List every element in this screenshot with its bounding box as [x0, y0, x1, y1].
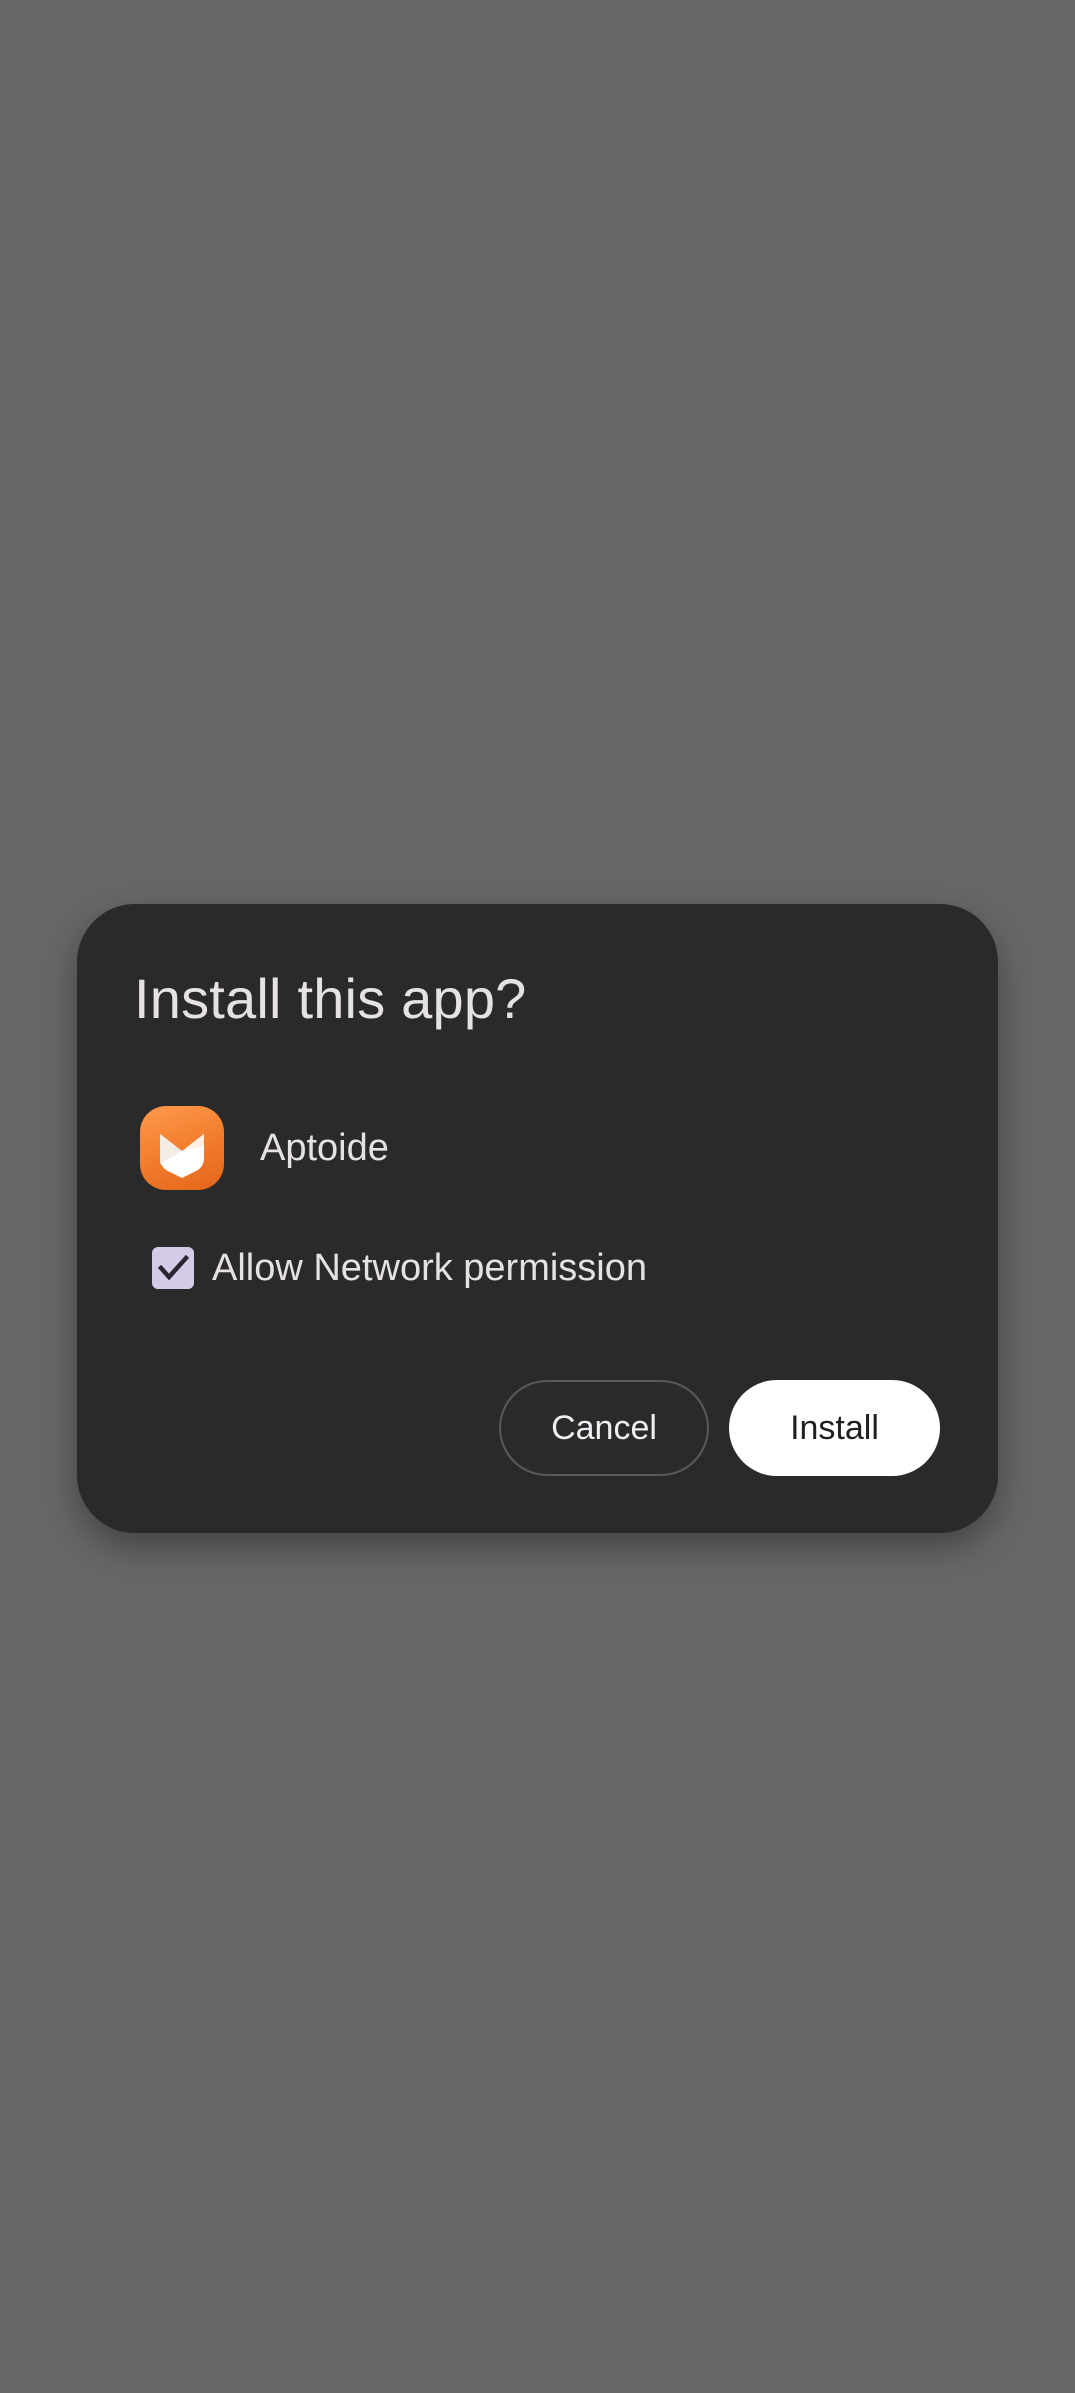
checkmark-icon — [157, 1254, 190, 1281]
aptoide-app-icon — [140, 1106, 224, 1190]
app-name: Aptoide — [260, 1126, 389, 1169]
install-button[interactable]: Install — [729, 1380, 940, 1476]
network-permission-checkbox[interactable] — [152, 1247, 194, 1289]
network-permission-label[interactable]: Allow Network permission — [212, 1247, 647, 1290]
network-permission-row[interactable]: Allow Network permission — [150, 1240, 647, 1296]
app-info-row: Aptoide — [140, 1106, 389, 1190]
cancel-button[interactable]: Cancel — [499, 1380, 709, 1476]
install-dialog: Install this app? Aptoide Allow Network … — [77, 904, 998, 1533]
dialog-title: Install this app? — [134, 967, 527, 1030]
